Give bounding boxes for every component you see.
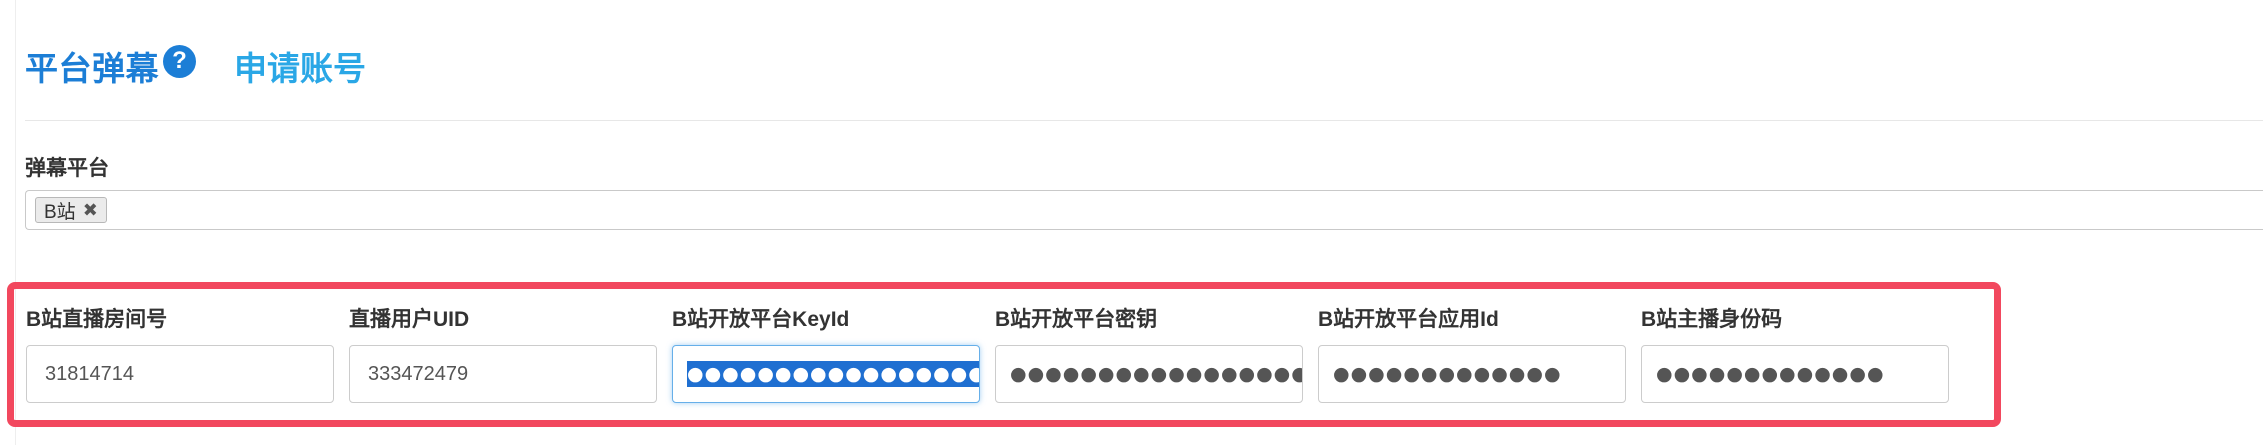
app-id-input[interactable]: ●●●●●●●●●●●●● — [1318, 345, 1626, 403]
input-value: ●●●●●●●●●●●●●●●●●●●●●●●● — [687, 361, 979, 387]
user-uid-input[interactable]: 333472479 — [349, 345, 657, 403]
field-label: B站开放平台应用Id — [1318, 308, 1499, 331]
input-value: 31814714 — [45, 362, 134, 385]
divider — [25, 120, 2263, 121]
field-label: B站直播房间号 — [26, 308, 168, 331]
page-title: 平台弹幕 — [25, 50, 159, 87]
field-label: B站主播身份码 — [1641, 308, 1783, 331]
question-circle-icon[interactable]: ? — [163, 44, 196, 78]
platform-chip-label: B站 — [44, 201, 76, 223]
key-id-input[interactable]: ●●●●●●●●●●●●●●●●●●●●●●●● — [672, 345, 980, 403]
field-label: B站开放平台KeyId — [672, 308, 850, 331]
platform-chip[interactable]: B站 ✖ — [35, 197, 107, 223]
settings-page: 平台弹幕 ? 申请账号 弹幕平台 B站 ✖ B站直播房间号 31814714 直… — [0, 0, 2263, 445]
apply-account-link[interactable]: 申请账号 — [234, 42, 366, 90]
field-label: B站开放平台密钥 — [995, 308, 1158, 331]
field-identity-code: B站主播身份码 ●●●●●●●●●●●●● — [1641, 305, 1949, 403]
secret-input[interactable]: ●●●●●●●●●●●●●●●●●●●●●●●● — [995, 345, 1303, 403]
field-app-id: B站开放平台应用Id ●●●●●●●●●●●●● — [1318, 305, 1626, 403]
field-secret: B站开放平台密钥 ●●●●●●●●●●●●●●●●●●●●●●●● — [995, 305, 1303, 403]
field-user-uid: 直播用户UID 333472479 — [349, 305, 657, 403]
field-label: 直播用户UID — [349, 308, 470, 331]
close-icon[interactable]: ✖ — [83, 200, 98, 221]
room-id-input[interactable]: 31814714 — [26, 345, 334, 403]
identity-code-input[interactable]: ●●●●●●●●●●●●● — [1641, 345, 1949, 403]
field-room-id: B站直播房间号 31814714 — [26, 305, 334, 403]
platform-label: 弹幕平台 — [25, 157, 109, 180]
input-value: 333472479 — [368, 362, 469, 385]
input-value: ●●●●●●●●●●●●● — [1656, 363, 1885, 385]
field-key-id: B站开放平台KeyId ●●●●●●●●●●●●●●●●●●●●●●●● — [672, 305, 980, 403]
platform-multiselect[interactable]: B站 ✖ — [25, 190, 2263, 230]
section-header: 平台弹幕 ? 申请账号 — [25, 42, 366, 90]
input-value: ●●●●●●●●●●●●●●●●●●●●●●●● — [1010, 363, 1302, 385]
input-value: ●●●●●●●●●●●●● — [1333, 363, 1562, 385]
